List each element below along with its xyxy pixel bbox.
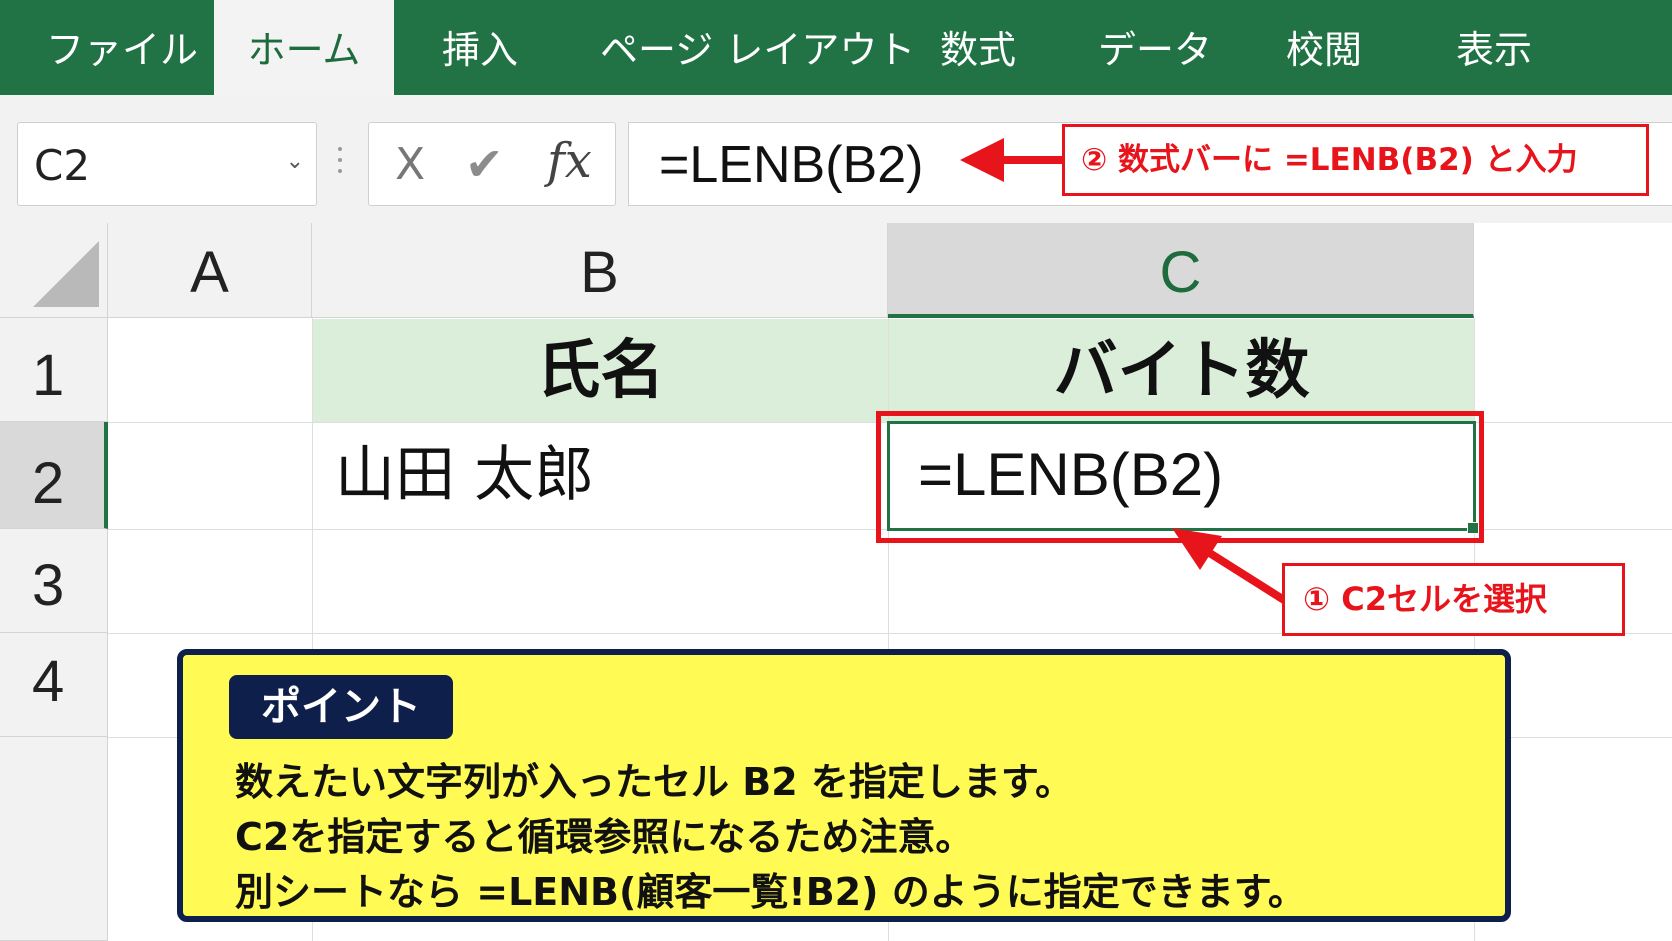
row-header-1[interactable]: 1 <box>0 318 108 422</box>
column-header-b[interactable]: B <box>312 223 888 318</box>
point-badge: ポイント <box>229 675 453 739</box>
select-all-triangle-icon <box>33 241 99 307</box>
tab-formulas[interactable]: 数式 <box>940 0 1016 95</box>
cancel-icon[interactable]: X <box>395 139 425 190</box>
column-header-a[interactable]: A <box>108 223 312 318</box>
callout-step1: ① C2セルを選択 <box>1282 563 1625 636</box>
tab-page-layout[interactable]: ページ レイアウト <box>600 0 915 95</box>
row-header-3[interactable]: 3 <box>0 529 108 633</box>
tab-view[interactable]: 表示 <box>1456 0 1532 95</box>
column-header-c[interactable]: C <box>888 223 1474 318</box>
cell-b2[interactable]: 山田 太郎 <box>313 423 888 529</box>
tab-data[interactable]: データ <box>1098 0 1212 95</box>
tab-insert[interactable]: 挿入 <box>442 0 518 95</box>
tab-home[interactable]: ホーム <box>214 0 394 95</box>
highlight-frame <box>876 411 1484 543</box>
row-header-blank <box>0 737 108 941</box>
name-box-value: C2 <box>34 141 91 190</box>
formula-text: =LENB(B2) <box>659 136 924 194</box>
tab-review[interactable]: 校閲 <box>1286 0 1362 95</box>
insert-function-icon[interactable]: fx <box>547 133 592 189</box>
row-header-2[interactable]: 2 <box>0 422 108 529</box>
point-line-3: 別シートなら =LENB(顧客一覧!B2) のように指定できます。 <box>235 870 1306 914</box>
callout-step2: ② 数式バーに =LENB(B2) と入力 <box>1062 124 1649 196</box>
ribbon-tab-bar: ファイル ホーム 挿入 ページ レイアウト 数式 データ 校閲 表示 <box>0 0 1672 95</box>
row-header-4[interactable]: 4 <box>0 633 108 737</box>
cell-b1[interactable]: 氏名 <box>313 319 888 422</box>
cell-c1[interactable]: バイト数 <box>889 319 1474 422</box>
point-box: ポイント 数えたい文字列が入ったセル B2 を指定します。 C2を指定すると循環… <box>177 649 1511 922</box>
check-icon[interactable]: ✔ <box>465 137 504 191</box>
chevron-down-icon[interactable]: ⌄ <box>286 149 304 174</box>
point-line-2: C2を指定すると循環参照になるため注意。 <box>235 815 974 859</box>
select-all-button[interactable] <box>0 223 108 318</box>
tab-file[interactable]: ファイル <box>46 0 198 95</box>
formula-buttons: X ✔ fx <box>368 122 616 206</box>
name-box[interactable]: C2 ⌄ <box>17 122 317 206</box>
drag-handle-icon[interactable] <box>338 147 344 183</box>
point-line-1: 数えたい文字列が入ったセル B2 を指定します。 <box>235 760 1074 804</box>
